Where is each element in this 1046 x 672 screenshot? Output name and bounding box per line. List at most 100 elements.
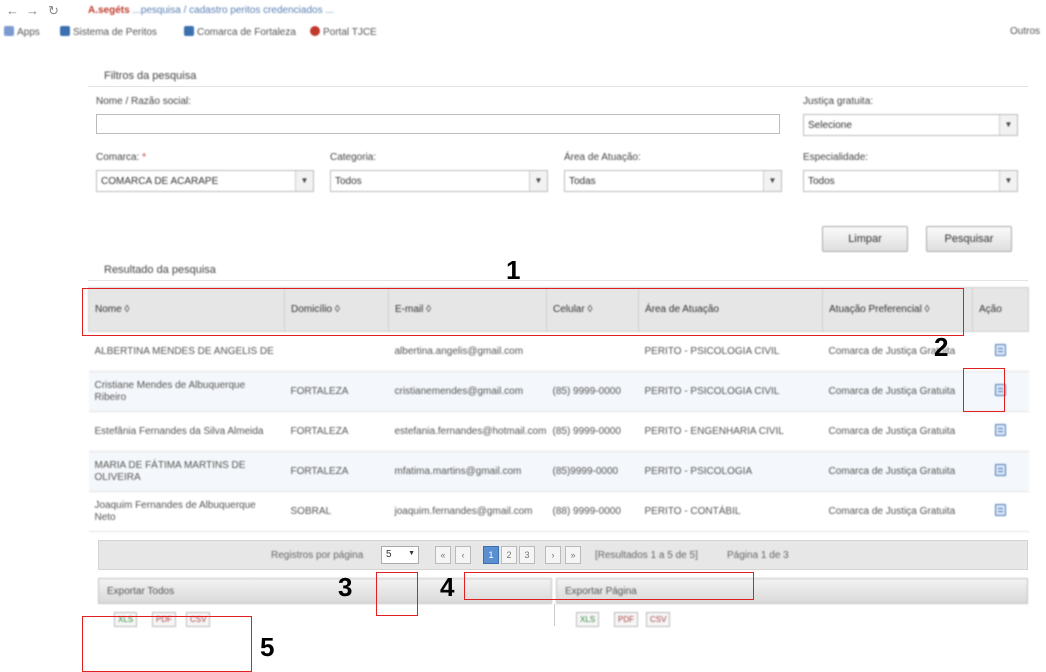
bookmark-other[interactable]: Outros (1010, 26, 1040, 37)
last-page-button[interactable]: » (565, 546, 581, 564)
cell-domicilio: FORTALEZA (284, 411, 389, 452)
cell-acao (972, 491, 1029, 532)
especialidade-select[interactable]: Todos ▼ (803, 170, 1018, 192)
cell-email: estefania.fernandes@hotmail.com (388, 411, 547, 452)
bookmark-apps[interactable]: Apps (4, 26, 40, 38)
pesquisar-button[interactable]: Pesquisar (926, 226, 1012, 252)
cell-domicilio: FORTALEZA (284, 371, 389, 412)
area-label: Área de Atuação: (564, 152, 641, 163)
comarca-label: Comarca: * (96, 152, 147, 163)
bookmarks-bar: Apps Sistema de Peritos Comarca de Forta… (0, 22, 1046, 44)
prev-page-button[interactable]: ‹ (455, 546, 471, 564)
export-page-xls-button[interactable]: XLS (576, 612, 600, 627)
cell-nome: MARIA DE FÁTIMA MARTINS DE OLIVEIRA (88, 451, 285, 492)
comarca-value: COMARCA DE ACARAPE (101, 176, 219, 187)
table-row: MARIA DE FÁTIMA MARTINS DE OLIVEIRA FORT… (88, 451, 1029, 492)
justica-label: Justiça gratuita: (803, 96, 874, 107)
cell-area: PERITO - ENGENHARIA CIVIL (638, 411, 823, 452)
col-header-acao: Ação (972, 287, 1029, 332)
results-divider (88, 280, 1028, 281)
export-page-csv-button[interactable]: CSV (646, 612, 671, 627)
reload-icon[interactable]: ↻ (48, 3, 59, 19)
chevron-down-icon[interactable]: ▼ (763, 171, 781, 191)
cell-atuacao: Comarca de Justiça Gratuita (822, 371, 973, 412)
view-details-icon[interactable] (995, 503, 1006, 516)
chevron-down-icon[interactable]: ▼ (999, 115, 1017, 135)
first-page-button[interactable]: « (435, 546, 451, 564)
chevron-down-icon[interactable]: ▼ (408, 550, 415, 557)
cell-acao (972, 331, 1029, 372)
callout-box-2 (963, 368, 1005, 412)
justica-value: Selecione (808, 120, 852, 131)
cell-domicilio: SOBRAL (284, 491, 389, 532)
address-url[interactable]: A.segéts ...pesquisa / cadastro peritos … (88, 5, 334, 16)
page-button-2[interactable]: 2 (501, 546, 517, 564)
callout-box-4 (464, 572, 754, 600)
categoria-value: Todos (335, 176, 362, 187)
chevron-down-icon[interactable]: ▼ (529, 171, 547, 191)
table-row: ALBERTINA MENDES DE ANGELIS DE albertina… (88, 331, 1029, 372)
callout-number-1: 1 (506, 255, 521, 285)
next-page-button[interactable]: › (545, 546, 561, 564)
bookmark-icon (184, 26, 194, 36)
address-host: A.segéts (88, 5, 130, 16)
bookmark-item[interactable]: Comarca de Fortaleza (184, 26, 296, 38)
cell-area: PERITO - PSICOLOGIA CIVIL (638, 331, 823, 372)
per-page-select[interactable]: 5 ▼ (381, 546, 419, 564)
bookmark-item[interactable]: Sistema de Peritos (60, 26, 157, 38)
page-button-1[interactable]: 1 (483, 546, 499, 564)
especialidade-label: Especialidade: (803, 152, 869, 163)
chevron-down-icon[interactable]: ▼ (295, 171, 313, 191)
cell-celular: (88) 9999-0000 (546, 491, 639, 532)
address-path: ...pesquisa / cadastro peritos credencia… (132, 5, 334, 16)
per-page-label: Registros por página (271, 550, 364, 561)
per-page-value: 5 (386, 549, 392, 560)
callout-number-4: 4 (440, 572, 455, 602)
results-summary: [Resultados 1 a 5 de 5] (595, 550, 698, 561)
export-all-title: Exportar Todos (107, 586, 175, 597)
cell-area: PERITO - PSICOLOGIA CIVIL (638, 371, 823, 412)
comarca-select[interactable]: COMARCA DE ACARAPE ▼ (96, 170, 314, 192)
browser-address-bar[interactable]: ← → ↻ A.segéts ...pesquisa / cadastro pe… (0, 0, 1046, 22)
chevron-down-icon[interactable]: ▼ (999, 171, 1017, 191)
cell-celular: (85) 9999-0000 (546, 371, 639, 412)
cell-nome: Joaquim Fernandes de Albuquerque Neto (88, 491, 285, 532)
cell-acao (972, 411, 1029, 452)
view-details-icon[interactable] (995, 343, 1006, 356)
area-select[interactable]: Todas ▼ (564, 170, 782, 192)
callout-box-5 (82, 616, 252, 672)
table-row: Estefânia Fernandes da Silva Almeida FOR… (88, 411, 1029, 452)
cell-area: PERITO - PSICOLOGIA (638, 451, 823, 492)
back-icon[interactable]: ← (6, 3, 19, 18)
page-button-3[interactable]: 3 (519, 546, 535, 564)
results-title: Resultado da pesquisa (104, 264, 216, 276)
nome-label: Nome / Razão social: (96, 96, 192, 107)
export-page-pdf-button[interactable]: PDF (614, 612, 638, 627)
cell-email: mfatima.martins@gmail.com (388, 451, 547, 492)
view-details-icon[interactable] (995, 463, 1006, 476)
cell-atuacao: Comarca de Justiça Gratuita (822, 491, 973, 532)
cell-celular (546, 331, 639, 372)
bookmark-icon (60, 26, 70, 36)
callout-box-3 (376, 572, 418, 616)
filters-divider (88, 86, 1028, 87)
cell-atuacao: Comarca de Justiça Gratuita (822, 331, 973, 372)
nome-input[interactable] (96, 114, 780, 134)
cell-nome: Cristiane Mendes de Albuquerque Ribeiro (88, 371, 285, 412)
limpar-button[interactable]: Limpar (822, 226, 908, 252)
bookmark-item[interactable]: Portal TJCE (310, 26, 377, 38)
cell-atuacao: Comarca de Justiça Gratuita (822, 451, 973, 492)
cell-atuacao: Comarca de Justiça Gratuita (822, 411, 973, 452)
categoria-select[interactable]: Todos ▼ (330, 170, 548, 192)
cell-domicilio: FORTALEZA (284, 451, 389, 492)
forward-icon[interactable]: → (26, 3, 39, 18)
cell-area: PERITO - CONTÁBIL (638, 491, 823, 532)
callout-box-1 (82, 288, 964, 336)
justica-select[interactable]: Selecione ▼ (803, 114, 1018, 136)
callout-number-5: 5 (260, 632, 275, 662)
cell-celular: (85) 9999-0000 (546, 411, 639, 452)
cell-nome: Estefânia Fernandes da Silva Almeida (88, 411, 285, 452)
cell-domicilio (284, 331, 389, 372)
cell-email: cristianemendes@gmail.com (388, 371, 547, 412)
view-details-icon[interactable] (995, 423, 1006, 436)
